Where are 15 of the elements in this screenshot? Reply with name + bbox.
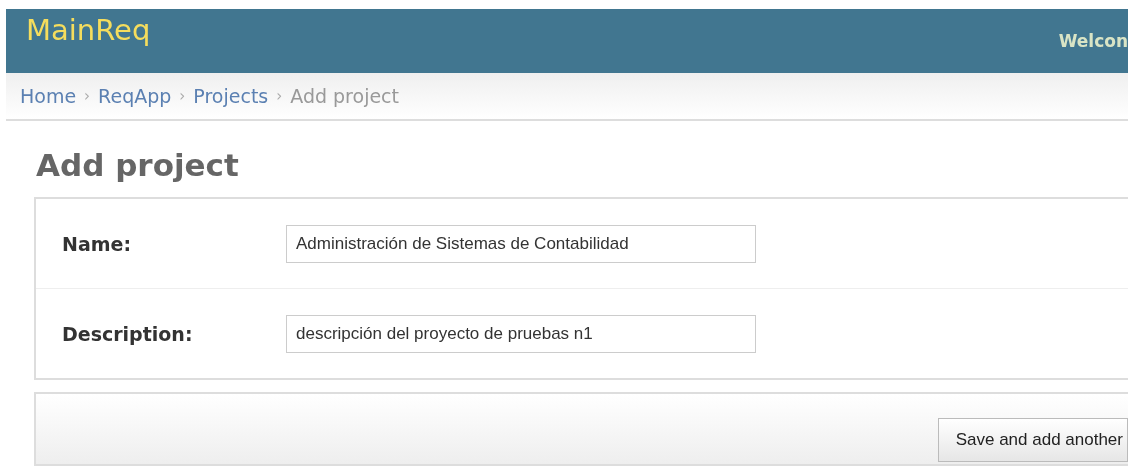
input-field[interactable]: Administración de Sistemas de Contabilidad [286,224,756,263]
breadcrumb-current: Add project [290,85,399,107]
input-field[interactable]: descripción del proyecto de pruebas n1 [286,314,756,353]
breadcrumb-link[interactable]: ReqApp [98,85,172,107]
breadcrumb-link[interactable]: Home [20,85,77,107]
breadcrumb-separator: › [179,87,186,105]
breadcrumb-link[interactable]: Projects [193,85,269,107]
field-label: Name: [62,232,132,255]
field-label: Description: [62,322,194,345]
breadcrumb-separator: › [276,87,283,105]
page-title: Add project [36,147,240,183]
welcome-text: Welcon [1058,30,1128,51]
site-title[interactable]: MainReq [6,9,151,47]
save-add-another-button[interactable]: Save and add another [937,418,1128,462]
breadcrumb-separator: › [84,87,91,105]
